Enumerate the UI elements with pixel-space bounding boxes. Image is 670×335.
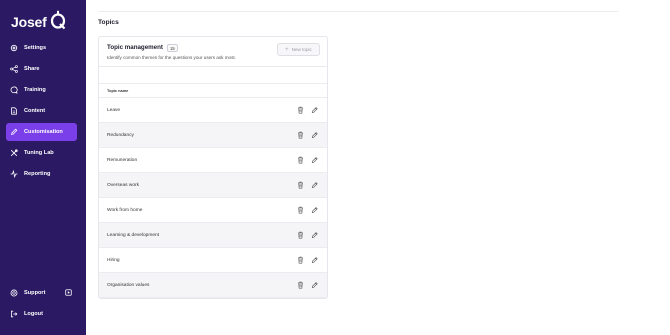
- sidebar-item-label: Share: [24, 66, 40, 72]
- new-topic-label: New topic: [291, 47, 312, 52]
- sidebar-item-label: Reporting: [24, 171, 51, 177]
- sidebar: Josef Settings Share Training Content Cu…: [0, 0, 86, 335]
- row-actions: [297, 181, 318, 189]
- trash-icon[interactable]: [297, 256, 304, 264]
- sidebar-item-support[interactable]: Support: [6, 284, 77, 302]
- gear-icon: [10, 44, 18, 52]
- sidebar-item-label: Support: [24, 290, 46, 296]
- sidebar-item-label: Tuning Lab: [24, 150, 54, 156]
- topic-name: Organisation values: [107, 282, 150, 288]
- edit-pencil-icon[interactable]: [311, 106, 318, 114]
- activity-icon: [10, 170, 18, 178]
- trash-icon[interactable]: [297, 131, 304, 139]
- topic-name: Learning & development: [107, 232, 160, 238]
- chat-bubble-icon: [10, 86, 18, 94]
- row-actions: [297, 281, 318, 289]
- table-row: Redundancy: [99, 123, 327, 148]
- column-header-topic-name[interactable]: Topic name: [99, 83, 327, 98]
- table-row: Work from home: [99, 198, 327, 223]
- edit-pencil-icon[interactable]: [311, 181, 318, 189]
- sidebar-item-label: Logout: [24, 311, 43, 317]
- table-row: Learning & development: [99, 223, 327, 248]
- plus-icon: +: [285, 46, 289, 53]
- new-topic-button[interactable]: + New topic: [277, 43, 320, 56]
- topic-name: Overseas work: [107, 182, 139, 188]
- topic-name: Remuneration: [107, 157, 138, 163]
- topic-name: Leave: [107, 107, 121, 113]
- sidebar-item-logout[interactable]: Logout: [6, 305, 77, 323]
- trash-icon[interactable]: [297, 231, 304, 239]
- card-title: Topic management: [107, 44, 163, 51]
- edit-pencil-icon[interactable]: [311, 281, 318, 289]
- trash-icon[interactable]: [297, 181, 304, 189]
- table-row: Hiring: [99, 248, 327, 273]
- sidebar-item-settings[interactable]: Settings: [6, 39, 77, 57]
- sidebar-item-training[interactable]: Training: [6, 81, 77, 99]
- edit-pencil-icon[interactable]: [311, 256, 318, 264]
- row-actions: [297, 131, 318, 139]
- logout-icon: [10, 310, 18, 318]
- pencil-icon: [10, 128, 18, 136]
- logo-text: Josef: [11, 14, 47, 30]
- trash-icon[interactable]: [297, 156, 304, 164]
- trash-icon[interactable]: [297, 106, 304, 114]
- sidebar-item-label: Customisation: [24, 129, 63, 135]
- card-header: Topic management 15 Identify common them…: [99, 37, 327, 67]
- edit-pencil-icon[interactable]: [311, 131, 318, 139]
- edit-pencil-icon[interactable]: [311, 231, 318, 239]
- sidebar-item-customisation[interactable]: Customisation: [6, 123, 77, 141]
- topic-name: Redundancy: [107, 132, 134, 138]
- josef-logo[interactable]: Josef: [11, 10, 66, 35]
- sidebar-item-label: Training: [24, 87, 46, 93]
- sidebar-item-reporting[interactable]: Reporting: [6, 165, 77, 183]
- sidebar-item-share[interactable]: Share: [6, 60, 77, 78]
- sidebar-item-content[interactable]: Content: [6, 102, 77, 120]
- table-row: Overseas work: [99, 173, 327, 198]
- table-row: Leave: [99, 98, 327, 123]
- topic-name: Hiring: [107, 257, 120, 263]
- external-link-icon: [65, 289, 72, 296]
- document-icon: [10, 107, 18, 115]
- row-actions: [297, 106, 318, 114]
- topic-count-badge: 15: [167, 44, 178, 52]
- row-actions: [297, 156, 318, 164]
- table-row: Organisation values: [99, 273, 327, 298]
- edit-pencil-icon[interactable]: [311, 156, 318, 164]
- top-divider: [98, 11, 618, 12]
- topic-management-card: Topic management 15 Identify common them…: [98, 36, 328, 299]
- sidebar-item-tuning-lab[interactable]: Tuning Lab: [6, 144, 77, 162]
- topic-name: Work from home: [107, 207, 143, 213]
- trash-icon[interactable]: [297, 206, 304, 214]
- row-actions: [297, 231, 318, 239]
- page-title: Topics: [98, 19, 119, 26]
- row-actions: [297, 256, 318, 264]
- app-root: Josef Settings Share Training Content Cu…: [0, 0, 670, 335]
- lifebuoy-icon: [10, 289, 18, 297]
- share-icon: [10, 65, 18, 73]
- q-logo-icon: [50, 10, 66, 35]
- row-actions: [297, 206, 318, 214]
- trash-icon[interactable]: [297, 281, 304, 289]
- sidebar-item-label: Settings: [24, 45, 47, 51]
- table-row: Remuneration: [99, 148, 327, 173]
- tools-icon: [10, 149, 18, 157]
- edit-pencil-icon[interactable]: [311, 206, 318, 214]
- sidebar-item-label: Content: [24, 108, 46, 114]
- card-subtitle: Identify common themes for the questions…: [107, 55, 236, 60]
